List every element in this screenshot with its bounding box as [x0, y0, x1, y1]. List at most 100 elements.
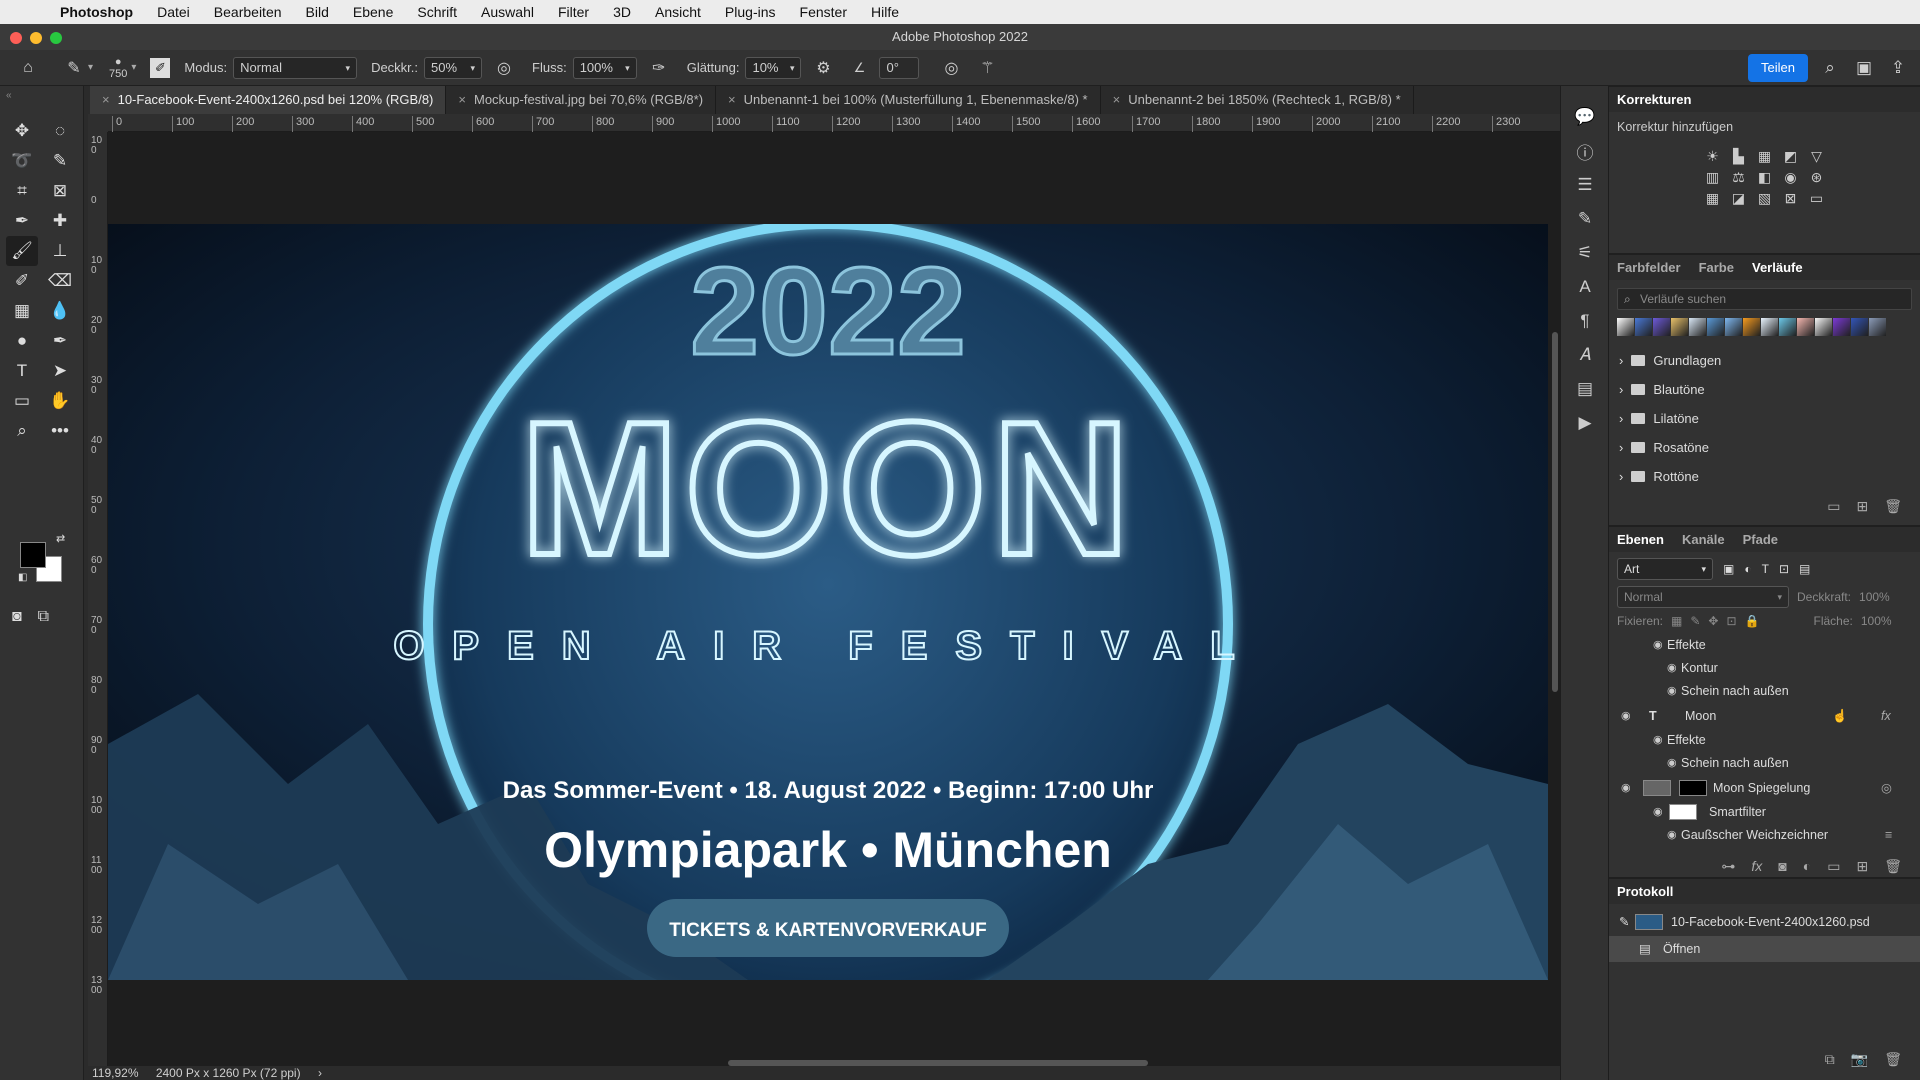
brush-settings-panel-icon[interactable]: ⚟ — [1561, 236, 1609, 270]
brightness-icon[interactable]: ☀ — [1702, 148, 1724, 165]
new-adjustment-layer-icon[interactable]: ◐ — [1803, 858, 1811, 874]
layer-effects-row[interactable]: ◉ Effekte — [1609, 729, 1920, 752]
move-tool-icon[interactable]: ✥ — [6, 116, 38, 146]
color-balance-icon[interactable]: ⚖ — [1728, 169, 1750, 186]
gradient-preset-swatch[interactable] — [1707, 318, 1724, 336]
layer-effect-kontur[interactable]: ◉ Kontur — [1609, 657, 1920, 680]
history-title[interactable]: Protokoll — [1617, 879, 1673, 904]
filter-adjustment-icon[interactable]: ◐ — [1744, 562, 1751, 576]
brush-size-dropdown-icon[interactable]: ▾ — [131, 62, 136, 73]
status-menu-arrow-icon[interactable]: › — [318, 1066, 322, 1080]
gradient-folder-rosatoene[interactable]: › Rosatöne — [1609, 433, 1920, 462]
gradient-preset-swatch[interactable] — [1743, 318, 1760, 336]
tab-paths[interactable]: Pfade — [1743, 527, 1778, 552]
gradient-map-icon[interactable]: ▭ — [1806, 190, 1828, 207]
menu-datei[interactable]: Datei — [145, 4, 202, 20]
dodge-tool-icon[interactable]: ● — [6, 326, 38, 356]
eye-icon[interactable]: ◉ — [1667, 752, 1677, 775]
clone-stamp-tool-icon[interactable]: ⊥ — [44, 236, 76, 266]
delete-layer-icon[interactable]: 🗑 — [1884, 858, 1902, 875]
glyphs-icon[interactable]: 𝐴 — [1561, 338, 1609, 372]
gradient-preset-swatch[interactable] — [1797, 318, 1814, 336]
tab-gradients[interactable]: Verläufe — [1752, 255, 1803, 280]
frame-tool-icon[interactable]: ⊠ — [44, 176, 76, 206]
layer-effects-row[interactable]: ◉ Effekte — [1609, 634, 1920, 657]
new-snapshot-icon[interactable]: 📷 — [1851, 1051, 1868, 1068]
menu-auswahl[interactable]: Auswahl — [469, 4, 546, 20]
history-brush-source-icon[interactable]: ✎ — [1619, 908, 1629, 936]
black-white-icon[interactable]: ◧ — [1754, 169, 1776, 186]
more-tools-icon[interactable]: ••• — [44, 416, 76, 446]
color-lookup-icon[interactable]: ▦ — [1702, 190, 1724, 207]
filter-shape-icon[interactable]: ⊡ — [1779, 562, 1789, 576]
close-tab-icon[interactable]: × — [1113, 92, 1121, 107]
healing-brush-tool-icon[interactable]: ✚ — [44, 206, 76, 236]
tab-facebook-event[interactable]: × 10-Facebook-Event-2400x1260.psd bei 120… — [90, 86, 447, 114]
menu-3d[interactable]: 3D — [601, 4, 643, 20]
brush-preset-icon[interactable]: ✎ — [60, 54, 88, 82]
brush-size-picker[interactable]: ● 750 — [109, 56, 127, 80]
invert-icon[interactable]: ◪ — [1728, 190, 1750, 207]
delete-icon[interactable]: 🗑 — [1884, 498, 1902, 515]
vibrance-icon[interactable]: ▽ — [1806, 148, 1828, 165]
quick-mask-icon[interactable]: ◙ — [12, 608, 22, 626]
menu-bearbeiten[interactable]: Bearbeiten — [202, 4, 294, 20]
gradient-folder-rottoene[interactable]: › Rottöne — [1609, 462, 1920, 491]
document-canvas[interactable]: 2022 MOON OPEN AIR FESTIVAL Das Sommer-E… — [108, 224, 1548, 980]
tab-color[interactable]: Farbe — [1699, 255, 1734, 280]
menu-schrift[interactable]: Schrift — [405, 4, 469, 20]
default-colors-icon[interactable]: ◧ — [18, 572, 27, 583]
smart-filter-row[interactable]: ◉ Smartfilter — [1609, 801, 1920, 824]
lasso-tool-icon[interactable]: ➰ — [6, 146, 38, 176]
angle-field[interactable]: 0° — [879, 56, 920, 79]
symmetry-icon[interactable]: ⚚ — [973, 54, 1001, 82]
layer-mask-thumbnail[interactable] — [1679, 780, 1707, 796]
lock-artboard-icon[interactable]: ⊡ — [1726, 614, 1736, 628]
character-icon[interactable]: A — [1561, 270, 1609, 304]
search-icon[interactable]: ⌕ — [1816, 54, 1844, 82]
threshold-icon[interactable]: ⊠ — [1780, 190, 1802, 207]
minimize-window-button[interactable] — [30, 32, 42, 44]
gradient-preset-swatch[interactable] — [1689, 318, 1706, 336]
tab-layers[interactable]: Ebenen — [1617, 527, 1664, 552]
channel-mixer-icon[interactable]: ⊛ — [1806, 169, 1828, 186]
fx-icon[interactable]: fx — [1881, 703, 1891, 729]
share-button[interactable]: Teilen — [1748, 54, 1808, 82]
smart-filter-gaussian-blur[interactable]: ◉ Gaußscher Weichzeichner ≡ — [1609, 824, 1920, 847]
collapse-toolbar-icon[interactable]: « — [6, 90, 12, 101]
zoom-level[interactable]: 119,92% — [92, 1066, 138, 1080]
layer-effect-outer-glow[interactable]: ◉ Schein nach außen — [1609, 680, 1920, 703]
tab-unbenannt-1[interactable]: × Unbenannt-1 bei 100% (Musterfüllung 1, … — [716, 86, 1101, 114]
history-step-row[interactable]: ▤ Öffnen — [1609, 936, 1920, 962]
menu-filter[interactable]: Filter — [546, 4, 601, 20]
history-snapshot-row[interactable]: ✎ 10-Facebook-Event-2400x1260.psd — [1609, 908, 1920, 936]
menu-bild[interactable]: Bild — [294, 4, 341, 20]
eye-icon[interactable]: ◉ — [1653, 801, 1663, 824]
opacity-field[interactable]: 50% ▾ — [424, 56, 483, 79]
gradient-preset-swatch[interactable] — [1761, 318, 1778, 336]
info-icon[interactable]: ⓘ — [1561, 134, 1609, 168]
gradient-preset-swatch[interactable] — [1635, 318, 1652, 336]
new-group-icon[interactable]: ▭ — [1827, 858, 1840, 875]
exposure-icon[interactable]: ◩ — [1780, 148, 1802, 165]
close-tab-icon[interactable]: × — [102, 92, 110, 107]
filter-options-icon[interactable]: ≡ — [1885, 824, 1892, 847]
horizontal-ruler[interactable]: 0 100 200 300 400 500 600 700 800 900 1000 1100 1200… — [108, 114, 1560, 132]
eye-icon[interactable]: ◉ — [1667, 824, 1677, 847]
gradient-preset-swatch[interactable] — [1653, 318, 1670, 336]
zoom-tool-icon[interactable]: ⌕ — [6, 416, 38, 446]
gradient-preset-swatch[interactable] — [1815, 318, 1832, 336]
layer-row-moon-spiegelung[interactable]: ◉ Moon Spiegelung ◎ — [1609, 775, 1920, 801]
brushes-icon[interactable]: ✎ — [1561, 202, 1609, 236]
menu-hilfe[interactable]: Hilfe — [859, 4, 911, 20]
eye-icon[interactable]: ◉ — [1667, 657, 1677, 680]
foreground-color-swatch[interactable] — [20, 542, 46, 568]
comments-icon[interactable]: 💬 — [1561, 100, 1609, 134]
delete-state-icon[interactable]: 🗑 — [1884, 1051, 1902, 1068]
path-selection-tool-icon[interactable]: ➤ — [44, 356, 76, 386]
gradient-preset-swatch[interactable] — [1869, 318, 1886, 336]
screen-mode-icon[interactable]: ⧉ — [38, 608, 49, 626]
eye-icon[interactable]: ◉ — [1667, 680, 1677, 703]
levels-icon[interactable]: ▙ — [1728, 148, 1750, 165]
flow-field[interactable]: 100% ▾ — [572, 56, 637, 79]
